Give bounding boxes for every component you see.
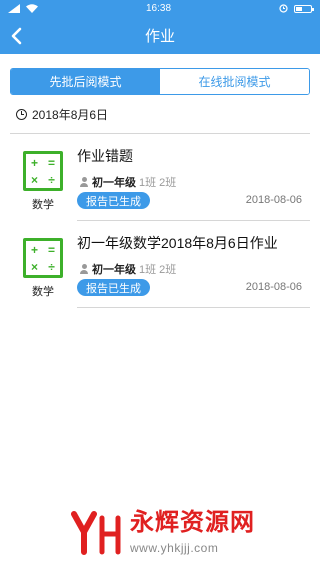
homework-title: 作业错题 — [77, 148, 133, 164]
homework-date: 2018-08-06 — [245, 281, 302, 293]
math-icon: + = × ÷ — [23, 238, 63, 278]
watermark-text: 永辉资源网 www.yhkjjj.com — [130, 509, 255, 556]
alarm-icon — [279, 4, 288, 13]
item-divider — [77, 307, 310, 308]
page-title: 作业 — [144, 28, 175, 45]
battery-level — [296, 6, 303, 11]
status-time: 16:38 — [145, 3, 172, 14]
clock-icon — [16, 108, 27, 120]
math-icon: + = × ÷ — [23, 151, 63, 191]
homework-item[interactable]: + = × ÷ 数学 作业错题 初一年级 1班 2班 报告已生成 2018-08-06 — [0, 134, 320, 221]
mode-tabs: 先批后阅模式 在线批阅模式 — [10, 68, 310, 95]
grade-text: 初一年级 — [92, 264, 136, 276]
grade-text: 初一年级 — [92, 177, 136, 189]
status-left — [8, 4, 38, 13]
back-button[interactable] — [4, 17, 28, 54]
class-info: 初一年级 1班 2班 — [79, 174, 176, 190]
person-icon — [79, 264, 89, 274]
watermark-url: www.yhkjjj.com — [130, 541, 219, 555]
subject-label: 数学 — [32, 286, 54, 298]
chevron-left-icon — [11, 27, 21, 44]
homework-item[interactable]: + = × ÷ 数学 初一年级数学2018年8月6日作业 初一年级 1班 2班 报告已… — [0, 221, 320, 308]
class-info: 初一年级 1班 2班 — [79, 261, 176, 277]
report-status-badge[interactable]: 报告已生成 — [77, 192, 150, 209]
watermark: 永辉资源网 www.yhkjjj.com — [70, 510, 255, 556]
class-text: 1班 2班 — [139, 264, 177, 276]
person-icon — [79, 177, 89, 187]
status-bar: 16:38 — [0, 0, 320, 17]
watermark-logo — [71, 511, 121, 555]
date-header-text: 2018年8月6日 — [32, 107, 109, 122]
status-right — [279, 4, 314, 13]
subject-label: 数学 — [32, 199, 54, 211]
homework-date: 2018-08-06 — [245, 194, 302, 206]
nav-bar: 作业 — [0, 17, 320, 54]
report-status-badge[interactable]: 报告已生成 — [77, 279, 150, 296]
class-text: 1班 2班 — [139, 177, 177, 189]
homework-list: + = × ÷ 数学 作业错题 初一年级 1班 2班 报告已生成 2018-08-06… — [0, 134, 320, 308]
wifi-icon — [26, 4, 38, 13]
battery-icon — [294, 4, 314, 13]
tab-review-first[interactable]: 先批后阅模式 — [11, 69, 160, 94]
date-header: 2018年8月6日 — [16, 105, 310, 123]
tab-online-review[interactable]: 在线批阅模式 — [160, 69, 309, 94]
homework-title: 初一年级数学2018年8月6日作业 — [77, 235, 278, 251]
watermark-title: 永辉资源网 — [130, 509, 255, 536]
signal-icon — [8, 4, 20, 13]
